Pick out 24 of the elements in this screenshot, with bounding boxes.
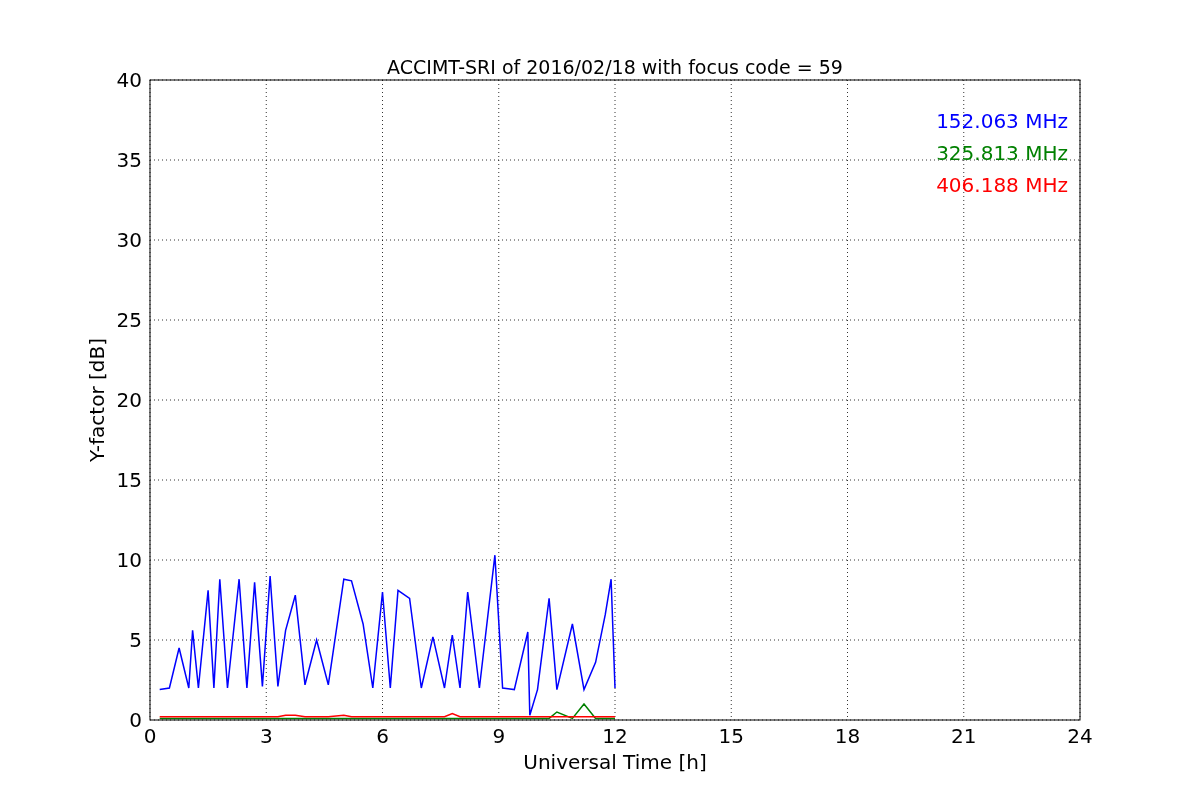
y-tick-label: 25 (116, 308, 142, 332)
y-tick-label: 40 (116, 68, 142, 92)
x-tick-label: 9 (492, 724, 506, 748)
x-tick-label: 15 (718, 724, 744, 748)
y-tick-label: 5 (129, 628, 142, 652)
x-tick-label: 6 (376, 724, 389, 748)
legend-label: 152.063 MHz (936, 109, 1068, 133)
y-tick-label: 20 (116, 388, 142, 412)
y-tick-label: 30 (116, 228, 142, 252)
y-axis-label: Y-factor [dB] (85, 338, 109, 462)
y-tick-label: 35 (116, 148, 142, 172)
x-tick-label: 0 (143, 724, 157, 748)
x-tick-label: 3 (259, 724, 273, 748)
legend-label: 406.188 MHz (936, 173, 1068, 197)
y-tick-label: 15 (116, 468, 142, 492)
y-tick-label: 10 (116, 548, 142, 572)
y-tick-label: 0 (129, 708, 142, 732)
legend-label: 325.813 MHz (936, 141, 1068, 165)
chart-title: ACCIMT-SRI of 2016/02/18 with focus code = 59 (387, 56, 843, 78)
x-tick-label: 24 (1067, 724, 1093, 748)
x-tick-label: 18 (834, 724, 861, 748)
x-tick-label: 21 (951, 724, 977, 748)
x-tick-label: 12 (602, 724, 628, 748)
x-axis-label: Universal Time [h] (523, 750, 707, 774)
